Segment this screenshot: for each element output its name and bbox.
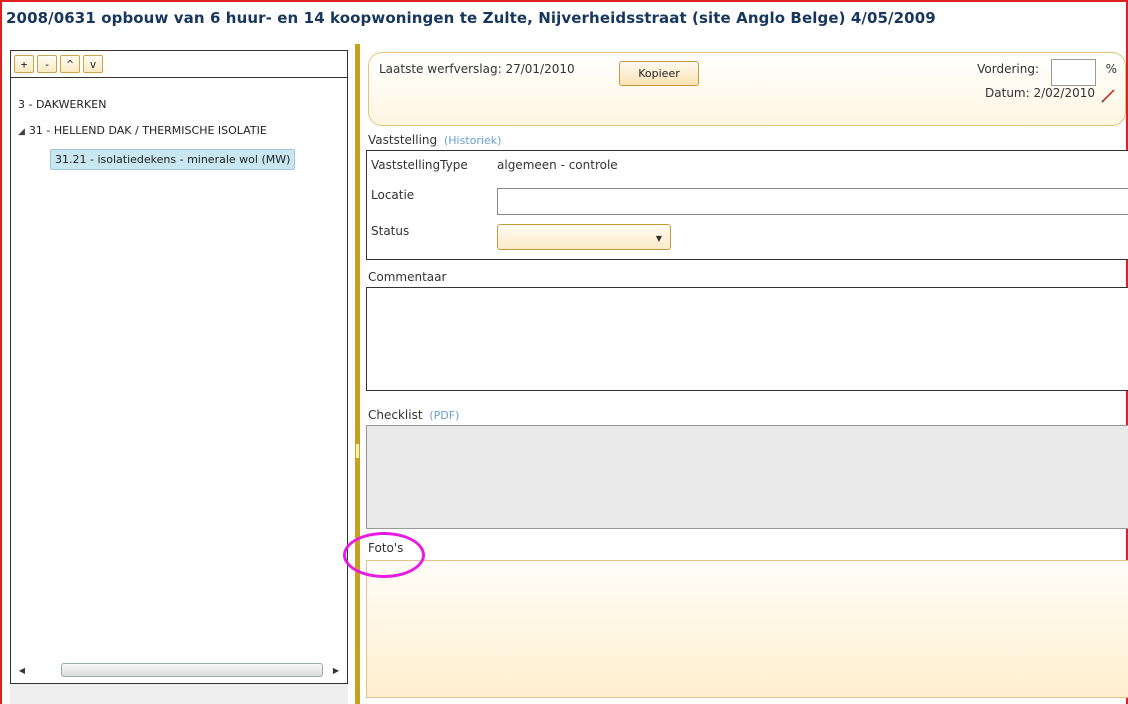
pdf-link[interactable]: (PDF): [429, 409, 459, 422]
pencil-icon[interactable]: [1100, 88, 1116, 104]
commentaar-header: Commentaar: [368, 270, 447, 284]
annotation-circle: [343, 532, 425, 578]
scroll-right-icon[interactable]: ▶: [329, 666, 343, 675]
scroll-thumb[interactable]: [61, 663, 323, 677]
move-up-button[interactable]: ^: [60, 55, 80, 73]
vaststellingtype-label: VaststellingType: [371, 158, 468, 172]
vordering-label: Vordering:: [977, 62, 1039, 76]
vaststellingtype-value: algemeen - controle: [497, 158, 618, 172]
laatste-werfverslag-label: Laatste werfverslag: 27/01/2010: [379, 62, 575, 76]
vaststelling-title: Vaststelling: [368, 133, 438, 147]
status-select[interactable]: ▼: [497, 224, 671, 250]
scroll-track[interactable]: [29, 663, 329, 677]
scroll-left-icon[interactable]: ◀: [15, 666, 29, 675]
splitter-grip[interactable]: [356, 444, 359, 458]
kopieer-button[interactable]: Kopieer: [619, 61, 699, 86]
expand-button[interactable]: +: [14, 55, 34, 73]
expanded-arrow-icon[interactable]: ◢: [18, 127, 25, 137]
vaststelling-header: Vaststelling (Historiek): [368, 133, 501, 147]
left-panel: + - ^ v 3 - DAKWERKEN ◢ 31 - HELLEND DAK …: [10, 50, 348, 704]
percent-label: %: [1105, 62, 1117, 76]
chevron-down-icon[interactable]: ▼: [656, 234, 662, 243]
right-panel: Laatste werfverslag: 27/01/2010 Kopieer …: [362, 44, 1128, 704]
fotos-area[interactable]: [366, 560, 1128, 698]
tree-toolbar: + - ^ v: [10, 50, 348, 78]
checklist-header: Checklist (PDF): [368, 408, 459, 422]
tree-node-dakwerken[interactable]: 3 - DAKWERKEN: [18, 98, 106, 111]
datum-label: Datum: 2/02/2010: [985, 86, 1095, 100]
page-title: 2008/0631 opbouw van 6 huur- en 14 koopw…: [6, 9, 936, 27]
collapse-button[interactable]: -: [37, 55, 57, 73]
status-label: Status: [371, 224, 410, 238]
vordering-input[interactable]: [1051, 59, 1096, 86]
panel-splitter[interactable]: [355, 44, 360, 704]
werfverslag-card: Laatste werfverslag: 27/01/2010 Kopieer …: [368, 52, 1126, 126]
locatie-input[interactable]: [497, 188, 1128, 215]
locatie-label: Locatie: [371, 188, 415, 202]
commentaar-textarea[interactable]: [366, 287, 1128, 391]
historiek-link[interactable]: (Historiek): [444, 134, 501, 147]
horizontal-scrollbar[interactable]: ◀ ▶: [15, 661, 343, 679]
tree-node-hellend-dak[interactable]: ◢ 31 - HELLEND DAK / THERMISCHE ISOLATIE: [18, 124, 267, 137]
checklist-area: [366, 425, 1128, 529]
tree-node-label: 31 - HELLEND DAK / THERMISCHE ISOLATIE: [28, 124, 267, 137]
checklist-title: Checklist: [368, 408, 423, 422]
tree-view: 3 - DAKWERKEN ◢ 31 - HELLEND DAK / THERMI…: [10, 78, 348, 684]
vaststelling-box: VaststellingType algemeen - controle Loc…: [366, 150, 1128, 260]
tree-node-isolatiedekens[interactable]: 31.21 - isolatiedekens - minerale wol (M…: [50, 149, 296, 170]
move-down-button[interactable]: v: [83, 55, 103, 73]
